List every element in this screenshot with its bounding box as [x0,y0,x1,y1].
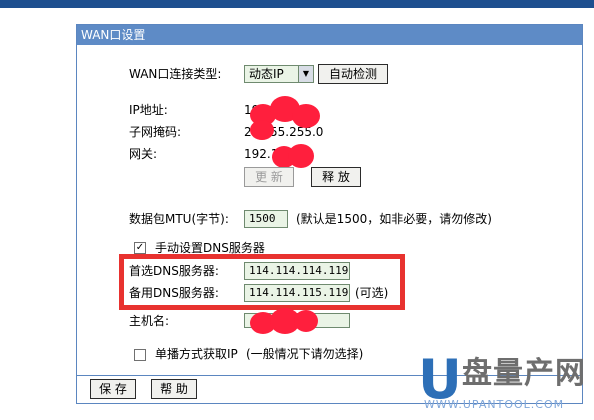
panel-title: WAN口设置 [77,25,582,45]
watermark-brand: 盘量产网 [462,356,586,391]
watermark-site: WWW.UPANTOOL.COM [424,398,565,411]
refresh-button[interactable]: 更 新 [244,167,294,187]
subnet-mask-value-end: 55.255.0 [270,125,324,139]
mtu-label: 数据包MTU(字节): [129,212,229,226]
redaction-blob [294,310,318,332]
conn-type-select[interactable]: 动态IP ▼ [244,65,314,83]
mtu-hint: (默认是1500，如非必要，请勿修改) [296,212,492,226]
manual-dns-checkbox[interactable]: ✓ [134,242,146,254]
release-button[interactable]: 释 放 [311,167,361,187]
subnet-mask-label: 子网掩码: [129,125,182,139]
upantool-watermark: U 盘量产网 WWW.UPANTOOL.COM [418,352,588,416]
gateway-label: 网关: [129,147,158,161]
dns-highlight-box [119,254,405,310]
redaction-blob [250,120,274,140]
unicast-hint: (一般情况下请勿选择) [246,347,364,361]
mtu-input[interactable]: 1500 [244,210,288,228]
chevron-down-icon: ▼ [298,66,313,82]
unicast-label: 单播方式获取IP [155,347,238,361]
redaction-blob [292,104,320,128]
unicast-checkbox[interactable] [134,349,146,361]
ip-label: IP地址: [129,103,168,117]
conn-type-label: WAN口连接类型: [129,67,222,81]
redaction-blob [288,144,314,168]
conn-type-value: 动态IP [249,67,284,81]
checkmark-icon: ✓ [135,242,145,253]
help-button[interactable]: 帮 助 [151,379,197,399]
auto-detect-button[interactable]: 自动检测 [318,64,388,84]
hostname-label: 主机名: [129,314,170,328]
save-button[interactable]: 保 存 [90,379,136,399]
top-banner [0,0,594,8]
